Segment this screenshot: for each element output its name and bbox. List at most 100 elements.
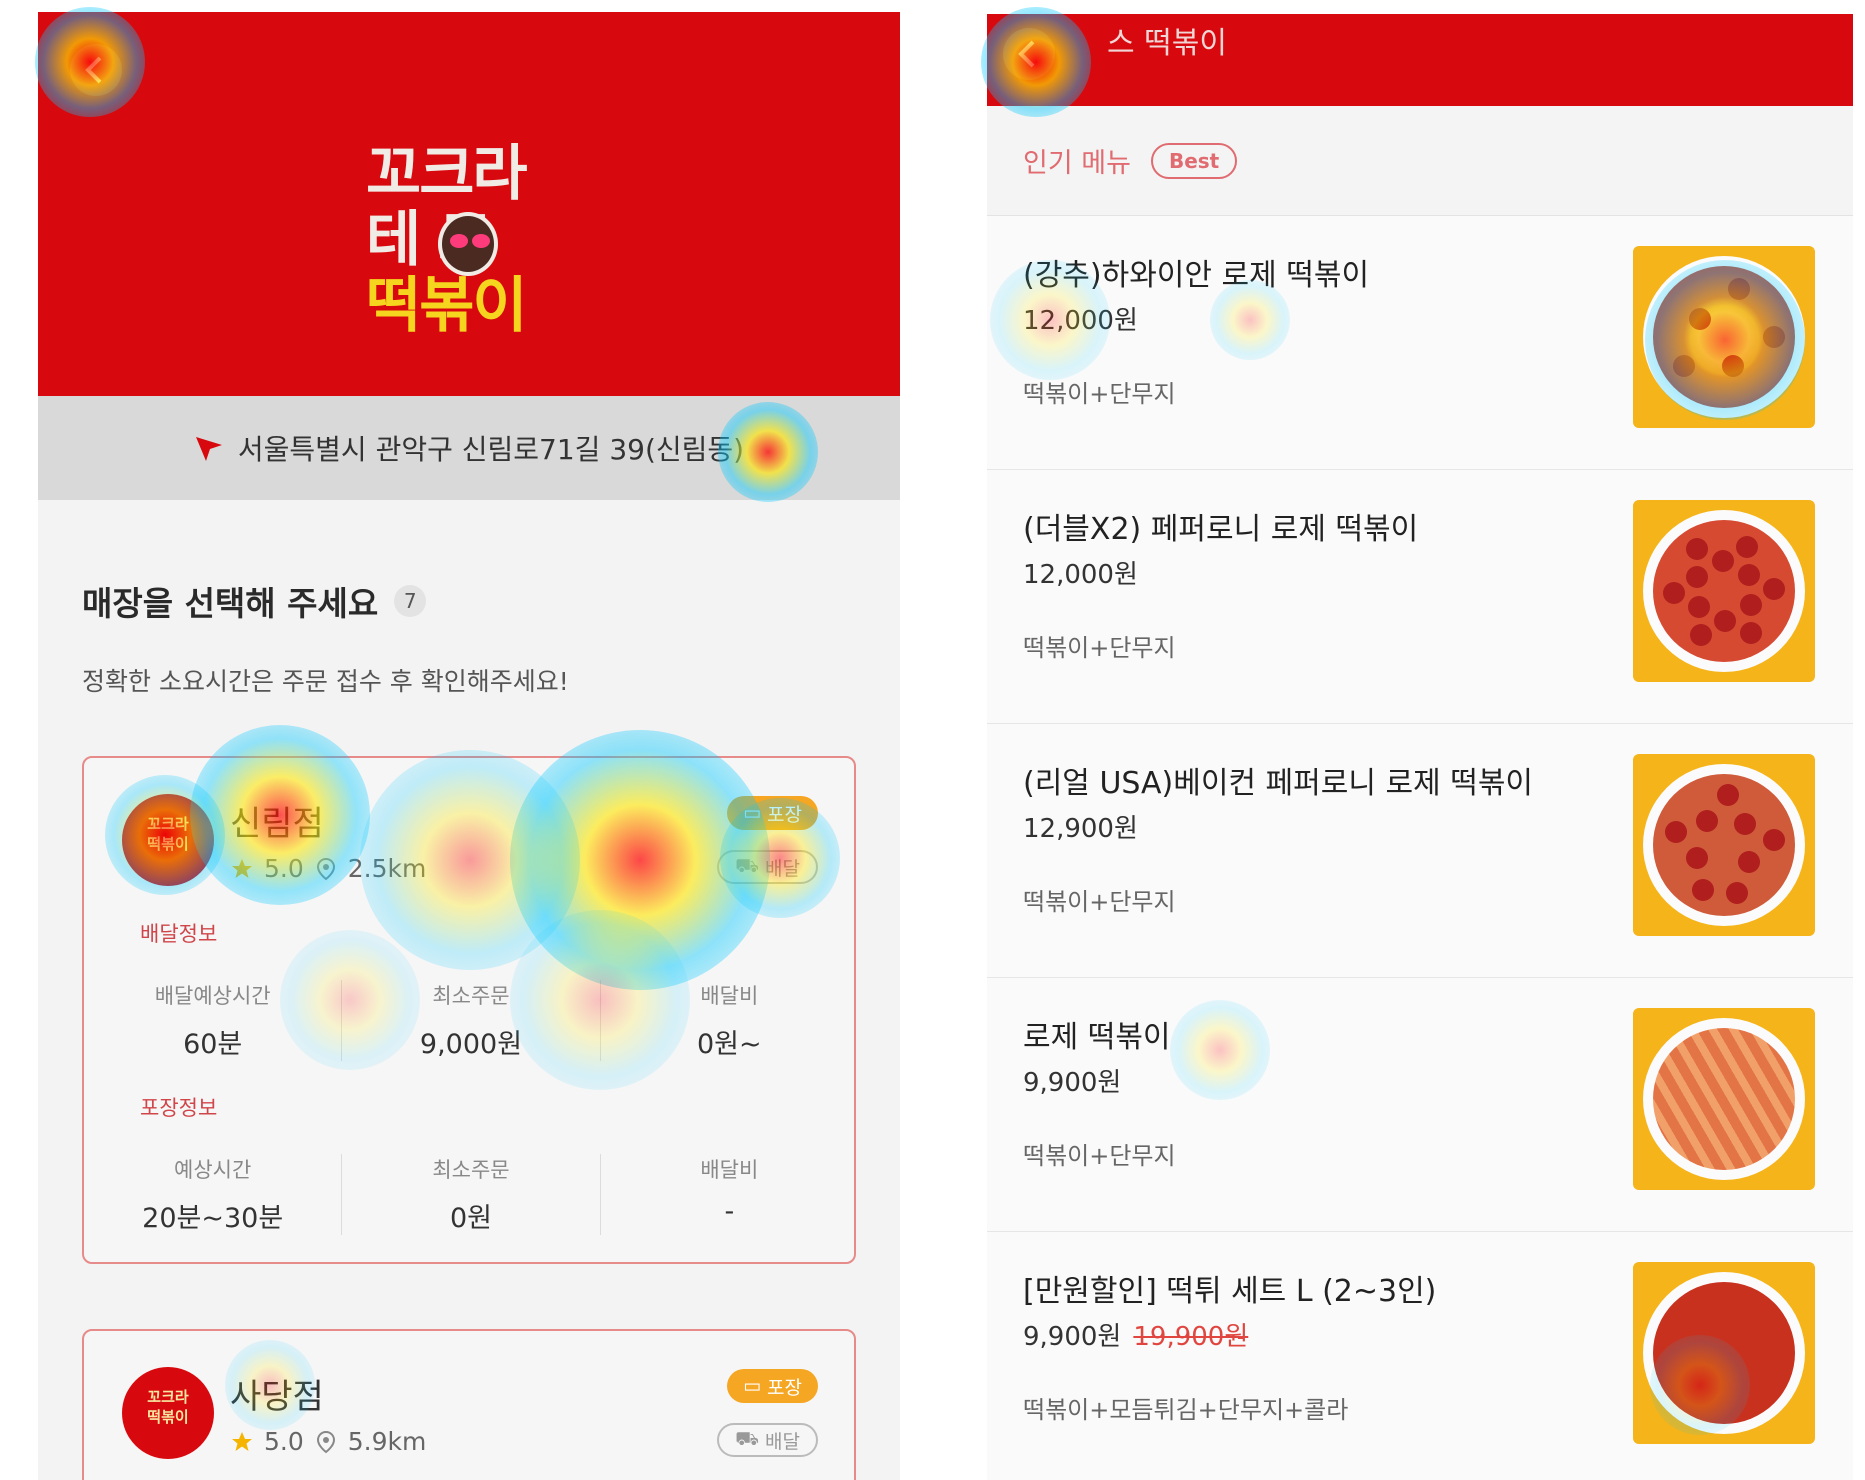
pickup-badge-label: 포장 (767, 1376, 802, 1399)
store-name: 사당점 (230, 1377, 324, 1417)
back-icon[interactable] (68, 42, 124, 98)
info-value: 0원 (449, 1203, 492, 1234)
address-bar[interactable]: 서울특별시 관악구 신림로71길 39(신림동) (38, 396, 900, 500)
menu-price-value: 12,000원 (1023, 306, 1138, 336)
store-meta: 5.0 2.5km (230, 854, 426, 883)
menu-item[interactable]: (리얼 USA)베이컨 페퍼로니 로제 떡볶이 12,900원 떡볶이+단무지 (987, 724, 1853, 978)
menu-price: 9,900원 19,900원 (1023, 1316, 1248, 1353)
info-value: 60분 (183, 1029, 243, 1060)
store-name: 신림점 (230, 804, 324, 844)
info-value: 20분~30분 (142, 1203, 284, 1234)
menu-image (1633, 246, 1815, 428)
menu-price: 9,900원 (1023, 1062, 1121, 1099)
logo-face-icon (438, 212, 498, 276)
bag-icon: ▭ (743, 1375, 762, 1397)
delivery-info-grid: 배달예상시간 60분 최소주문 9,000원 배달비 0원~ (84, 980, 858, 1061)
menu-item[interactable]: (더블X2) 페퍼로니 로제 떡볶이 12,000원 떡볶이+단무지 (987, 470, 1853, 724)
menu-price: 12,000원 (1023, 300, 1138, 337)
menu-item[interactable]: 로제 떡볶이 9,900원 떡볶이+단무지 (987, 978, 1853, 1232)
store-rating: 5.0 (264, 854, 304, 883)
menu-description: 떡볶이+단무지 (1023, 1142, 1176, 1170)
store-meta: 5.0 5.9km (230, 1427, 426, 1456)
menu-name: 로제 떡볶이 (1023, 1020, 1171, 1055)
menu-image (1633, 1008, 1815, 1190)
menu-original-price: 19,900원 (1133, 1322, 1249, 1352)
info-value: - (724, 1196, 735, 1227)
menu-price-value: 12,000원 (1023, 560, 1138, 590)
delivery-info-cell: 최소주문 9,000원 (342, 980, 601, 1061)
delivery-info-cell: 배달비 0원~ (601, 980, 858, 1061)
menu-item[interactable]: [만원할인] 떡튀 세트 L (2~3인) 9,900원 19,900원 떡볶이… (987, 1232, 1853, 1480)
menu-name: (강추)하와이안 로제 떡볶이 (1023, 258, 1370, 293)
store-card-sillim[interactable]: 꼬크라 떡볶이 신림점 5.0 2.5km ▭ 포장 ⛟ 배달 배달정보 배달예… (82, 756, 856, 1264)
menu-name: (더블X2) 페퍼로니 로제 떡볶이 (1023, 512, 1419, 547)
menu-item[interactable]: (강추)하와이안 로제 떡볶이 12,000원 떡볶이+단무지 (987, 216, 1853, 470)
pickup-badge-label: 포장 (767, 803, 802, 826)
store-rating: 5.0 (264, 1427, 304, 1456)
logo-line-3: 떡볶이 (366, 271, 528, 341)
section-title-text: 매장을 선택해 주세요 (82, 584, 379, 623)
menu-image (1633, 500, 1815, 682)
pickup-info-grid: 예상시간 20분~30분 최소주문 0원 배달비 - (84, 1154, 858, 1235)
delivery-info-label: 배달정보 (140, 922, 218, 946)
menu-price-value: 9,900원 (1023, 1322, 1122, 1352)
info-value: 9,000원 (419, 1029, 523, 1060)
store-card-sadang[interactable]: 꼬크라 떡볶이 사당점 5.0 5.9km ▭ 포장 ⛟ 배달 (82, 1329, 856, 1480)
menu-description: 떡볶이+단무지 (1023, 634, 1176, 662)
store-logo: 꼬크라 떡볶이 (122, 794, 214, 886)
store-distance: 5.9km (347, 1427, 427, 1456)
pickup-info-cell: 예상시간 20분~30분 (84, 1154, 343, 1235)
store-count-badge: 7 (394, 585, 427, 617)
brand-logo: 꼬크라 테 드 떡볶이 (366, 142, 572, 342)
menu-image (1633, 1262, 1815, 1444)
store-distance: 2.5km (347, 854, 427, 883)
scooter-icon: ⛟ (735, 854, 760, 877)
menu-header: 스 떡볶이 (987, 14, 1853, 106)
menu-image (1633, 754, 1815, 936)
menu-description: 떡볶이+단무지 (1023, 380, 1176, 408)
info-key: 배달예상시간 (154, 984, 271, 1008)
menu-price: 12,000원 (1023, 554, 1138, 591)
logo-line-1: 꼬크라 (366, 139, 528, 209)
info-key: 최소주문 (432, 1158, 510, 1182)
pickup-badge: ▭ 포장 (727, 1369, 818, 1403)
section-title: 매장을 선택해 주세요 7 (82, 577, 427, 625)
info-key: 배달비 (700, 1158, 759, 1182)
delivery-badge: ⛟ 배달 (717, 1423, 818, 1457)
pickup-info-label: 포장정보 (140, 1096, 218, 1120)
menu-description: 떡볶이+모듬튀김+단무지+콜라 (1023, 1396, 1349, 1424)
pickup-info-cell: 최소주문 0원 (342, 1154, 601, 1235)
delivery-badge: ⛟ 배달 (717, 850, 818, 884)
menu-name: (리얼 USA)베이컨 페퍼로니 로제 떡볶이 (1023, 766, 1534, 801)
info-key: 배달비 (700, 984, 759, 1008)
star-icon (232, 1431, 252, 1451)
star-icon (232, 858, 252, 878)
menu-description: 떡볶이+단무지 (1023, 888, 1176, 916)
back-icon[interactable] (1001, 26, 1057, 82)
popular-menu-header: 인기 메뉴 Best (987, 106, 1853, 216)
store-select-screen: 꼬크라 테 드 떡볶이 서울특별시 관악구 신림로71길 39(신림동) 매장을… (38, 12, 900, 1480)
address-text: 서울특별시 관악구 신림로71길 39(신림동) (237, 433, 745, 466)
menu-screen: 스 떡볶이 인기 메뉴 Best (강추)하와이안 로제 떡볶이 12,000원… (987, 14, 1853, 1480)
info-key: 최소주문 (432, 984, 510, 1008)
store-logo: 꼬크라 떡볶이 (122, 1367, 214, 1459)
pickup-badge: ▭ 포장 (727, 796, 818, 830)
menu-header-title: 스 떡볶이 (1107, 26, 1227, 61)
info-value: 0원~ (696, 1029, 762, 1060)
delivery-badge-label: 배달 (765, 1430, 800, 1453)
menu-name: [만원할인] 떡튀 세트 L (2~3인) (1023, 1274, 1437, 1309)
brand-header: 꼬크라 테 드 떡볶이 (38, 12, 900, 396)
menu-price-value: 12,900원 (1023, 814, 1138, 844)
popular-menu-title: 인기 메뉴 (1023, 148, 1131, 179)
scooter-icon: ⛟ (735, 1427, 760, 1450)
info-key: 예상시간 (174, 1158, 252, 1182)
pickup-info-cell: 배달비 - (601, 1154, 858, 1235)
location-pin-icon (316, 857, 335, 880)
delivery-info-cell: 배달예상시간 60분 (84, 980, 343, 1061)
best-badge: Best (1150, 142, 1238, 179)
menu-price-value: 9,900원 (1023, 1068, 1122, 1098)
bag-icon: ▭ (743, 802, 762, 824)
location-arrow-icon (195, 437, 222, 461)
location-pin-icon (316, 1430, 335, 1453)
delivery-badge-label: 배달 (765, 857, 800, 880)
